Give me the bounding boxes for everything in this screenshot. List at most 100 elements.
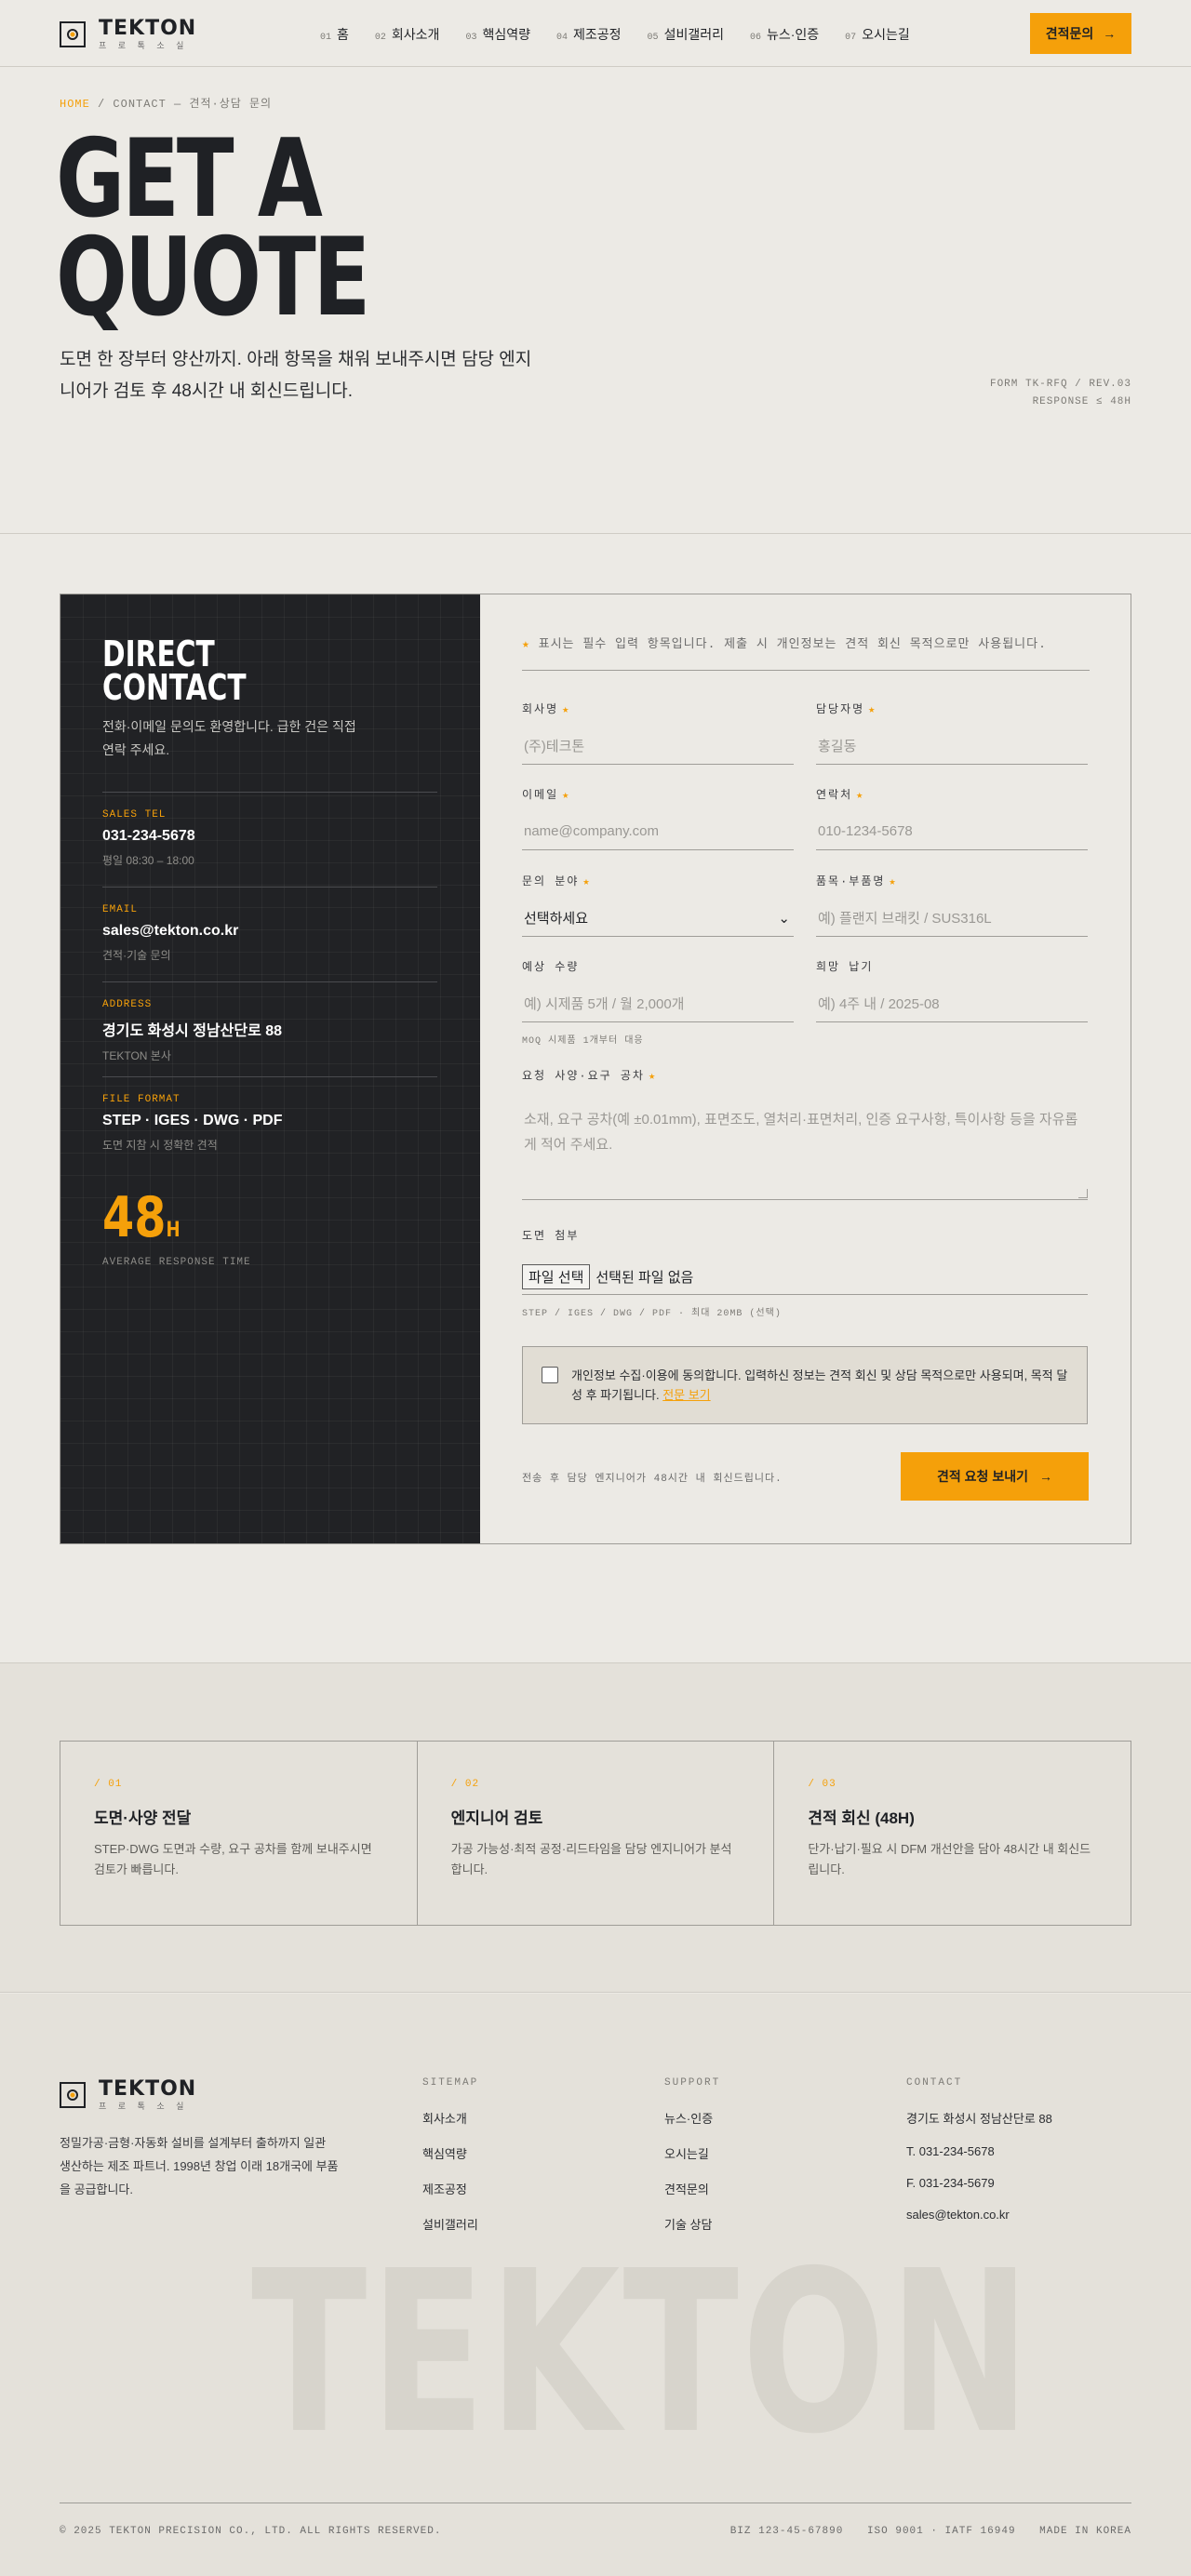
process-step: / 03 견적 회신 (48H) 단가·납기·필요 시 DFM 개선안을 담아 … [808,1779,1091,1876]
quantity-input[interactable]: 예) 시제품 5개 / 월 2,000개 [522,985,794,1022]
contact-block-file-format: FILE FORMAT STEP · IGES · DWG · PDF 도면 지… [102,1076,437,1153]
phone-field: 연락처 ★ 010-1234-5678 [816,786,1088,850]
phone-input[interactable]: 010-1234-5678 [816,813,1088,850]
footer-col-support: SUPPORT 뉴스·인증 오시는길 견적문의 기술 상담 [664,2077,721,2233]
arrow-right-icon: → [1103,26,1117,41]
main-nav: 01 홈 02 회사소개 03 핵심역량 04 제조공정 05 설비갤러리 06 뉴스·인증… [320,25,936,44]
contact-block-email: EMAIL sales@tekton.co.kr 견적·기술 문의 [102,887,437,963]
direct-contact-panel: DIRECT CONTACT 전화·이메일 문의도 환영합니다. 급한 건은 직… [60,594,480,1543]
process-steps: / 01 도면·사양 전달 STEP·DWG 도면과 수량, 요구 공차를 함께… [60,1741,1131,1926]
sales-tel-value[interactable]: 031-234-5678 [102,828,437,845]
breadcrumb-home[interactable]: HOME [60,98,90,111]
footer-tel[interactable]: T. 031-234-5678 [906,2144,1052,2158]
response-time-stat: 48H [102,1185,181,1250]
footer-logo[interactable]: TEKTON 프 로 톡 소 실 [60,2079,196,2111]
footer-link[interactable]: 기술 상담 [664,2215,720,2233]
product-input[interactable]: 예) 플랜지 브래킷 / SUS316L [816,900,1088,937]
header-quote-button[interactable]: 견적문의 → [1030,13,1131,54]
direct-contact-title: DIRECT CONTACT [102,634,247,708]
requirements-field: 요청 사양·요구 공차 ★ 소재, 요구 공차(예 ±0.01mm), 표면조도,… [522,1067,1088,1200]
consent-checkbox[interactable] [542,1367,558,1383]
manager-field: 담당자명 ★ 홍길동 [816,701,1088,765]
category-select[interactable]: 선택하세요 ⌄ [522,900,794,937]
deadline-field: 희망 납기 예) 4주 내 / 2025-08 [816,958,1088,1022]
resize-handle-icon[interactable] [1078,1189,1088,1198]
site-header: TEKTON 프 로 톡 소 실 01 홈 02 회사소개 03 핵심역량 04 제조공… [0,0,1191,67]
form-meta: FORM TK-RFQ / REV.03 RESPONSE ≤ 48H [989,379,1131,407]
requirements-textarea[interactable]: 소재, 요구 공차(예 ±0.01mm), 표면조도, 열처리·표면처리, 인증… [522,1094,1088,1200]
page-title: GET A QUOTE [56,116,370,340]
company-field: 회사명 ★ (주)테크톤 [522,701,794,765]
footer-col-sitemap: SITEMAP 회사소개 핵심역량 제조공정 설비갤러리 [422,2077,479,2233]
attachment-field: 도면 첨부 파일 선택 선택된 파일 없음 STEP / IGES / DWG … [522,1227,1088,1319]
contact-section: DIRECT CONTACT 전화·이메일 문의도 환영합니다. 급한 건은 직… [60,594,1131,1544]
logo-subtitle: 프 로 톡 소 실 [99,41,189,50]
footer-link[interactable]: 설비갤러리 [422,2215,478,2233]
quantity-hint: MOQ 시제품 1개부터 대응 [522,1036,644,1047]
quantity-field: 예상 수량 예) 시제품 5개 / 월 2,000개 MOQ 시제품 1개부터 … [522,958,794,1047]
biz-number: BIZ 123-45-67890 [729,2526,844,2537]
footer-link[interactable]: 핵심역량 [422,2144,478,2162]
privacy-consent: 개인정보 수집·이용에 동의합니다. 입력하신 정보는 견적 회신 및 상담 목… [522,1346,1088,1424]
quote-form: ★ 표시는 필수 입력 항목입니다. 제출 시 개인정보는 견적 회신 목적으로… [480,594,1131,1543]
star-icon: ★ [522,637,530,651]
email-field: 이메일 ★ name@company.com [522,786,794,850]
nav-item-gallery[interactable]: 05 설비갤러리 [648,25,724,44]
breadcrumb-current: CONTACT — 견적·상담 문의 [113,98,273,111]
contact-block-tel: SALES TEL 031-234-5678 평일 08:30 – 18:00 [102,792,437,868]
file-status: 선택된 파일 없음 [596,1270,694,1286]
process-step: / 01 도면·사양 전달 STEP·DWG 도면과 수량, 요구 공차를 함께… [60,1742,418,1925]
copyright: © 2025 TEKTON PRECISION CO., LTD. ALL RI… [60,2526,442,2537]
footer-link[interactable]: 오시는길 [664,2144,720,2162]
company-input[interactable]: (주)테크톤 [522,727,794,765]
logo-name: TEKTON [99,17,197,40]
file-format-value: STEP · IGES · DWG · PDF [102,1113,283,1128]
footer-link[interactable]: 뉴스·인증 [664,2109,720,2127]
process-section: / 01 도면·사양 전달 STEP·DWG 도면과 수량, 요구 공차를 함께… [0,1662,1191,1993]
logo-mark-icon [60,2082,86,2108]
nav-item-location[interactable]: 07 오시는길 [845,25,910,44]
required-note: ★ 표시는 필수 입력 항목입니다. 제출 시 개인정보는 견적 회신 목적으로… [522,634,1090,671]
hero-description: 도면 한 장부터 양산까지. 아래 항목을 채워 보내주시면 담당 엔지니어가 … [60,350,532,401]
footer-watermark: TEKTON [251,2222,1034,2483]
submit-note: 전송 후 담당 엔지니어가 48시간 내 회신드립니다. [522,1474,783,1485]
nav-item-capabilities[interactable]: 03 핵심역량 [465,25,530,44]
footer-fax: F. 031-234-5679 [906,2176,995,2190]
nav-item-news[interactable]: 06 뉴스·인증 [750,25,819,44]
consent-link[interactable]: 전문 보기 [662,1388,710,1402]
category-field: 문의 분야 ★ 선택하세요 ⌄ [522,873,794,937]
submit-button[interactable]: 견적 요청 보내기 → [901,1452,1089,1501]
choose-file-button[interactable]: 파일 선택 [522,1264,591,1289]
contact-block-address: ADDRESS 경기도 화성시 정남산단로 88 TEKTON 본사 [102,981,437,1063]
address-value: 경기도 화성시 정남산단로 88 [102,1023,283,1039]
nav-item-home[interactable]: 01 홈 [320,25,349,44]
file-input: 파일 선택 선택된 파일 없음 [522,1260,1088,1295]
footer-link[interactable]: 제조공정 [422,2180,478,2197]
product-field: 품목·부품명 ★ 예) 플랜지 브래킷 / SUS316L [816,873,1088,937]
manager-input[interactable]: 홍길동 [816,727,1088,765]
logo-mark-icon [60,21,86,47]
footer-col-contact: CONTACT 경기도 화성시 정남산단로 88 T. 031-234-5678… [906,2077,1052,2222]
email-value[interactable]: sales@tekton.co.kr [102,923,437,940]
header-logo[interactable]: TEKTON 프 로 톡 소 실 [60,19,196,50]
nav-item-process[interactable]: 04 제조공정 [556,25,622,44]
footer-email[interactable]: sales@tekton.co.kr [906,2208,1052,2222]
breadcrumb: HOME / CONTACT — 견적·상담 문의 [60,98,273,111]
chevron-down-icon: ⌄ [778,910,790,927]
footer-bottom-bar: © 2025 TEKTON PRECISION CO., LTD. ALL RI… [60,2503,1131,2537]
nav-item-about[interactable]: 02 회사소개 [375,25,440,44]
footer-link[interactable]: 회사소개 [422,2109,478,2127]
footer-link[interactable]: 견적문의 [664,2180,720,2197]
process-step: / 02 엔지니어 검토 가공 가능성·최적 공정·리드타임을 담당 엔지니어가… [418,1742,775,1925]
email-input[interactable]: name@company.com [522,813,794,850]
site-footer: TEKTON TEKTON 프 로 톡 소 실 정밀가공·금형·자동화 설비를 … [0,1994,1191,2576]
footer-about: 정밀가공·금형·자동화 설비를 설계부터 출하까지 일관 생산하는 제조 파트너… [60,2136,339,2196]
arrow-right-icon: → [1038,1469,1052,1484]
made-in: MADE IN KOREA [1039,2526,1131,2537]
direct-contact-description: 전화·이메일 문의도 환영합니다. 급한 건은 직접 연락 주세요. [102,719,356,757]
iso-certs: ISO 9001 · IATF 16949 [866,2526,1016,2537]
deadline-input[interactable]: 예) 4주 내 / 2025-08 [816,985,1088,1022]
attachment-hint: STEP / IGES / DWG / PDF · 최대 20MB (선택) [522,1309,782,1319]
response-time-label: AVERAGE RESPONSE TIME [102,1257,251,1268]
footer-address: 경기도 화성시 정남산단로 88 [906,2112,1052,2126]
